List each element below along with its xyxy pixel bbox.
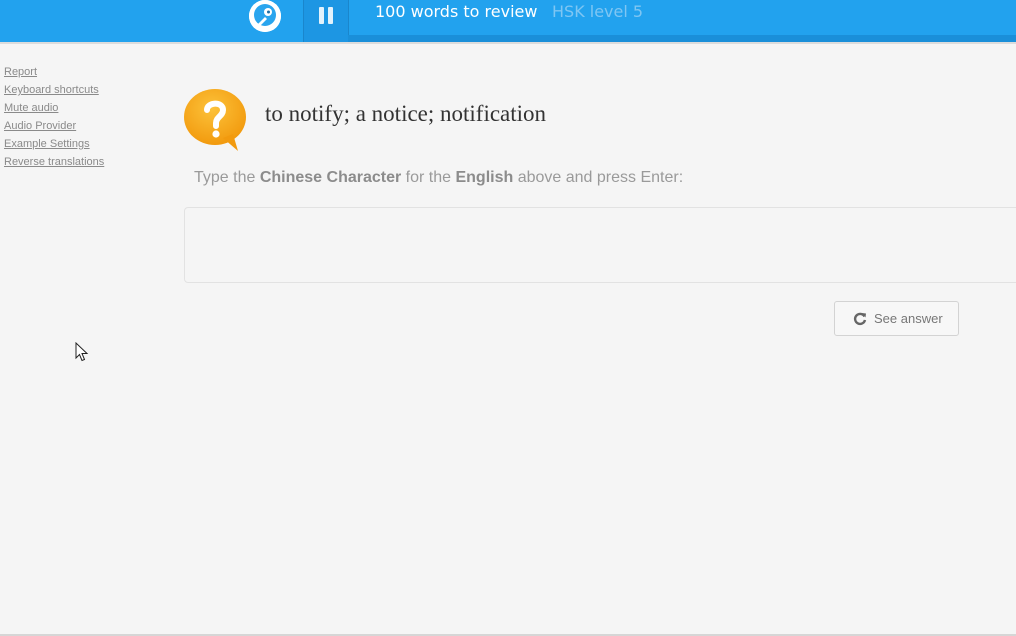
- mouse-cursor-icon: [75, 342, 89, 362]
- pause-button[interactable]: [303, 0, 349, 42]
- question-bubble-icon: [184, 89, 246, 151]
- top-bar-shadow: [0, 42, 1016, 44]
- review-count[interactable]: 100 words to review: [375, 2, 537, 22]
- refresh-icon: [853, 312, 867, 326]
- answer-input[interactable]: [184, 207, 1016, 283]
- progress-underline: [348, 35, 1016, 42]
- example-settings-link[interactable]: Example Settings: [4, 135, 104, 153]
- keyboard-shortcuts-link[interactable]: Keyboard shortcuts: [4, 81, 104, 99]
- level-label[interactable]: HSK level 5: [552, 2, 643, 22]
- logo-button[interactable]: [249, 0, 281, 32]
- instruction-bold: Chinese Character: [259, 169, 402, 186]
- instruction-part: for the: [401, 169, 456, 186]
- instruction-text: Type the Chinese Character for the Engli…: [194, 169, 683, 187]
- audio-provider-link[interactable]: Audio Provider: [4, 117, 104, 135]
- reverse-translations-link[interactable]: Reverse translations: [4, 153, 104, 171]
- instruction-bold: English: [455, 169, 514, 186]
- sidebar: Report Keyboard shortcuts Mute audio Aud…: [4, 63, 104, 171]
- top-bar: 100 words to review HSK level 5: [0, 0, 1016, 42]
- instruction-part: Type the: [194, 169, 260, 186]
- english-prompt: to notify; a notice; notification: [265, 101, 547, 126]
- mute-audio-link[interactable]: Mute audio: [4, 99, 104, 117]
- bird-logo-icon: [249, 0, 281, 32]
- report-link[interactable]: Report: [4, 63, 104, 81]
- instruction-part: above and press Enter:: [513, 169, 684, 186]
- see-answer-button[interactable]: See answer: [834, 301, 959, 336]
- pause-icon: [328, 7, 333, 24]
- pause-icon: [319, 7, 324, 24]
- see-answer-label: See answer: [874, 311, 943, 326]
